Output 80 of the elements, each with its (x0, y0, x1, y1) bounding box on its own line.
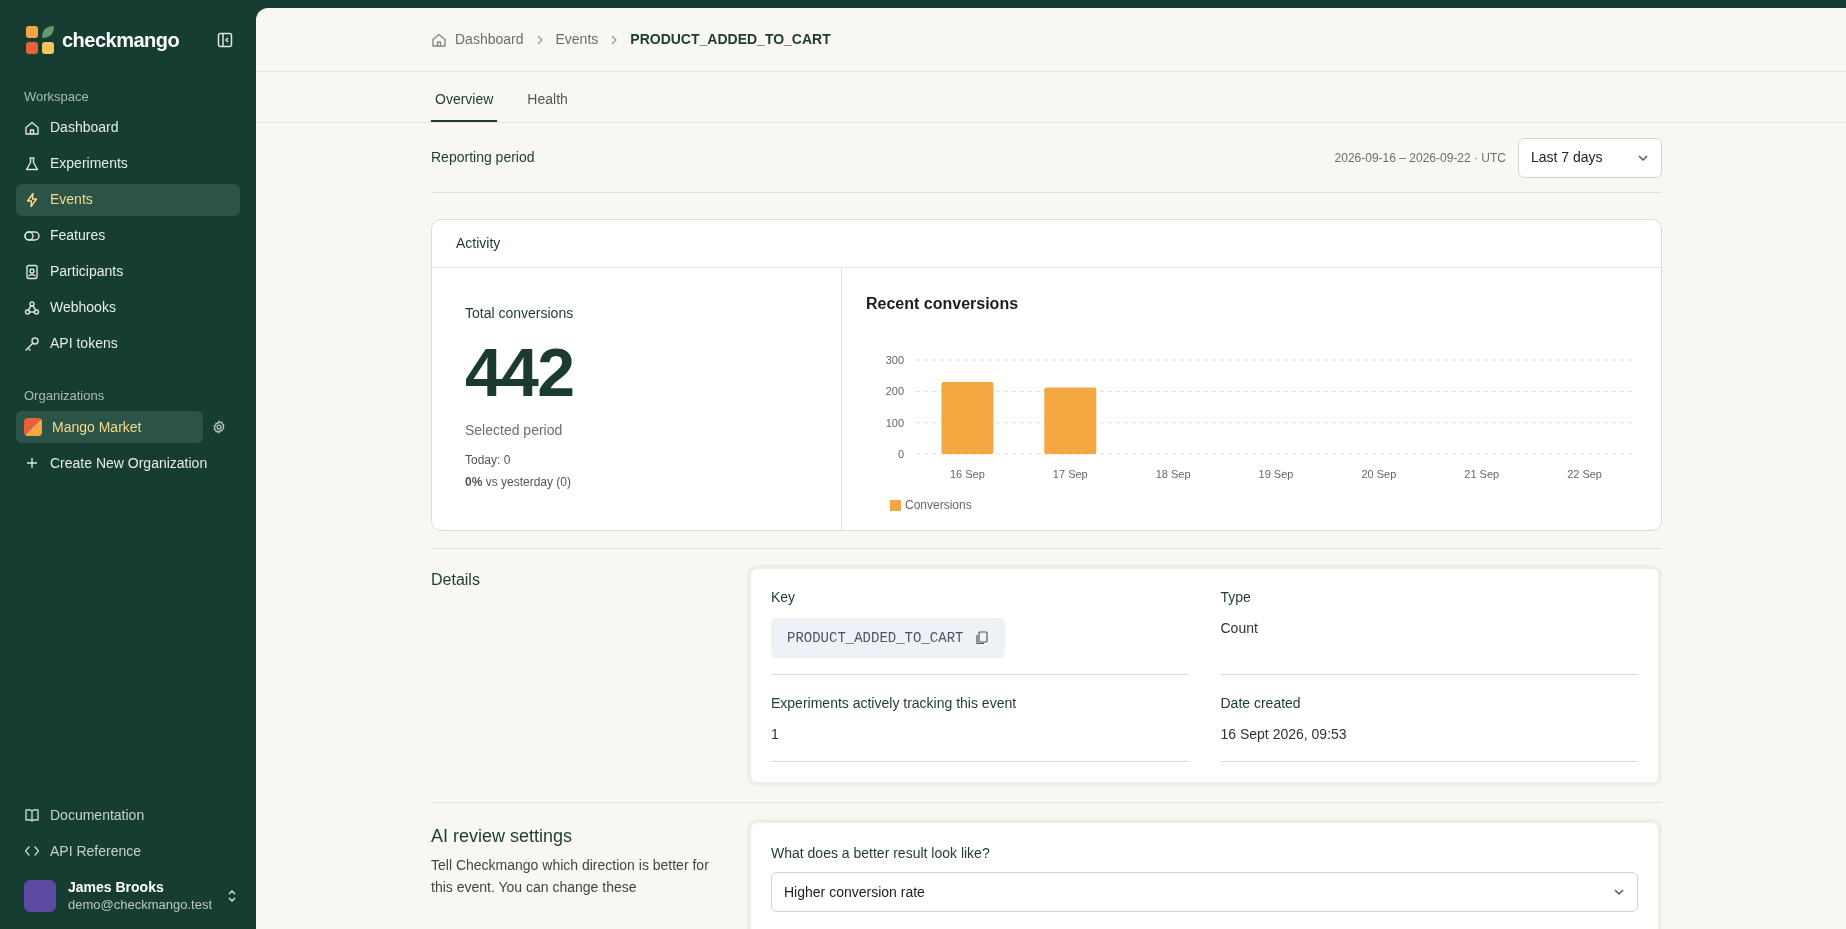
field-value: Count (1220, 619, 1259, 638)
user-name: James Brooks (68, 879, 165, 897)
field-label: Experiments actively tracking this event (771, 694, 1018, 713)
book-icon (24, 807, 40, 824)
tab[interactable]: Health (523, 78, 572, 122)
section-label: Organizations (23, 386, 106, 405)
key-icon (24, 335, 40, 352)
organization-item[interactable]: Mango Market (16, 411, 203, 443)
field-value: 16 Sept 2026, 09:53 (1220, 725, 1348, 744)
y-axis-label: 0 (897, 448, 904, 460)
x-axis-label: 16 Sep (950, 468, 985, 480)
collapse-sidebar-button[interactable] (216, 31, 234, 49)
period-dropdown[interactable]: Last 7 days (1518, 137, 1662, 178)
sidebar-item[interactable]: Webhooks (16, 291, 240, 324)
plus-icon (24, 455, 40, 471)
chevron-right-icon (610, 33, 619, 46)
field-label: What does a better result look like? (771, 844, 991, 863)
avatar (24, 880, 56, 913)
home-icon (24, 119, 40, 136)
section-description: Tell Checkmango which direction is better for this event. You can change these (431, 856, 710, 897)
legend-label: Conversions (905, 497, 972, 514)
x-axis-label: 21 Sep (1464, 468, 1500, 480)
sidebar-item[interactable]: Participants (16, 255, 240, 288)
breadcrumb-link[interactable]: Events (555, 29, 599, 50)
section-title: Details (431, 570, 481, 590)
y-axis-label: 200 (885, 385, 904, 398)
sidebar-item[interactable]: API tokens (16, 327, 240, 360)
today-count: Today: 0 (465, 452, 512, 469)
chevron-up-down-icon (226, 888, 238, 905)
y-axis-label: 100 (885, 416, 904, 429)
sidebar-item[interactable]: Features (16, 219, 240, 252)
chart-title: Recent conversions (866, 294, 1020, 314)
card-title: Activity (456, 234, 501, 253)
sidebar-link[interactable]: Documentation (16, 799, 240, 832)
breadcrumb-current: PRODUCT_ADDED_TO_CART (630, 30, 831, 49)
field-label: Type (1220, 588, 1252, 607)
create-organization-link[interactable]: Create New Organization (16, 447, 240, 479)
x-axis-label: 17 Sep (1052, 468, 1088, 480)
metric-caption: Selected period (465, 421, 564, 440)
date-range: 2026-09-16 – 2026-09-22 · UTC (1334, 149, 1506, 167)
home-icon (431, 31, 447, 48)
x-axis-label: 22 Sep (1567, 468, 1602, 480)
sidebar-link[interactable]: API Reference (16, 835, 240, 868)
comparison-text: 0% vs yesterday (0) (465, 474, 573, 491)
section-label: Workspace (23, 88, 90, 106)
sidebar-toggle-icon (217, 32, 233, 48)
sidebar-item[interactable]: Experiments (16, 147, 240, 180)
organization-logo (24, 418, 42, 436)
settings-icon (212, 420, 226, 434)
metric-label: Total conversions (465, 304, 575, 323)
chevron-down-icon (1637, 153, 1649, 162)
id-badge-icon (24, 263, 40, 280)
reporting-period-label: Reporting period (431, 148, 535, 167)
x-axis-label: 18 Sep (1155, 468, 1191, 480)
sidebar-item[interactable]: Events (16, 183, 240, 216)
breadcrumb-link[interactable]: Dashboard (431, 29, 524, 50)
chevron-down-icon (1613, 888, 1625, 896)
field-label: Key (771, 588, 797, 607)
bar (1044, 387, 1097, 454)
total-conversions-value: 442 (465, 338, 575, 406)
brand-name: checkmango (62, 28, 180, 53)
better-result-select[interactable]: Higher conversion rate (771, 872, 1638, 912)
chevron-right-icon (535, 33, 544, 46)
key-chip: PRODUCT_ADDED_TO_CART (771, 618, 1006, 658)
user-email: demo@checkmango.test (68, 896, 212, 913)
section-title: AI review settings (431, 825, 574, 848)
field-value: 1 (771, 725, 780, 744)
field-label: Date created (1220, 694, 1302, 713)
webhook-icon (24, 299, 40, 316)
logo-icon (26, 26, 54, 54)
flask-icon (24, 155, 40, 172)
x-axis-label: 19 Sep (1258, 468, 1294, 480)
lightning-icon (24, 191, 40, 208)
copy-icon (975, 631, 989, 645)
x-axis-label: 20 Sep (1361, 468, 1397, 480)
copy-button[interactable] (975, 631, 990, 645)
sidebar-item[interactable]: Dashboard (16, 111, 240, 144)
tab[interactable]: Overview (431, 78, 498, 122)
y-axis-label: 300 (885, 354, 904, 366)
organization-settings-button[interactable] (211, 419, 227, 435)
